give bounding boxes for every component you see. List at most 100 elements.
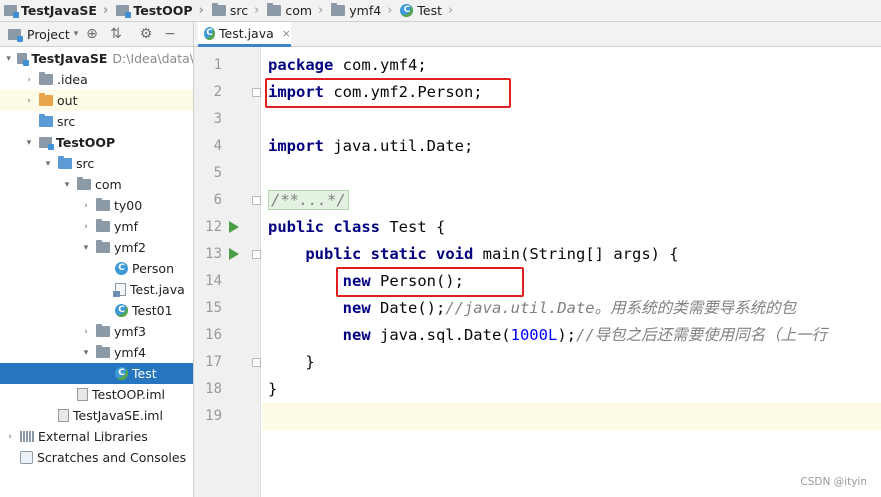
fold-marker-icon[interactable] xyxy=(252,88,261,97)
editor-gutter: 1 2 3 4 5 6 12 13 14 15 16 17 18 19 xyxy=(194,47,261,497)
breadcrumb-label: ymf4 xyxy=(349,3,382,18)
run-gutter-icon[interactable] xyxy=(229,221,239,233)
folder-icon xyxy=(96,240,110,253)
project-label: Project xyxy=(27,26,70,42)
tree-item[interactable]: C Person xyxy=(0,258,193,279)
collapse-icon[interactable]: ⇅ xyxy=(104,23,128,45)
tree-item[interactable]: › ymf xyxy=(0,216,193,237)
tree-item[interactable]: Test.java xyxy=(0,279,193,300)
collapsed-arrow-icon[interactable]: › xyxy=(80,222,92,232)
tree-item[interactable]: C Test xyxy=(0,363,193,384)
code-text: Date(); xyxy=(370,299,446,317)
breadcrumb-item[interactable]: src › xyxy=(208,0,263,22)
breadcrumb-item[interactable]: com › xyxy=(263,0,327,22)
code-line: } xyxy=(268,349,315,376)
folder-icon xyxy=(96,324,110,337)
collapsed-arrow-icon[interactable]: › xyxy=(23,96,35,106)
code-line: public class Test { xyxy=(268,214,445,241)
runnable-class-icon: C xyxy=(115,304,128,317)
fold-marker-icon[interactable] xyxy=(252,250,261,259)
editor-tabs: C Test.java × xyxy=(194,22,881,47)
line-number: 15 xyxy=(205,300,222,316)
code-keyword: void xyxy=(436,245,474,263)
folded-comment[interactable]: /**...*/ xyxy=(268,190,349,210)
collapsed-arrow-icon[interactable]: › xyxy=(80,201,92,211)
expanded-arrow-icon[interactable]: ▾ xyxy=(42,159,54,169)
line-number: 16 xyxy=(205,327,222,343)
tree-item-path: D:\Idea\data\ xyxy=(112,51,194,66)
tree-item-label: .idea xyxy=(57,72,88,87)
watermark: CSDN @ityin xyxy=(800,476,867,488)
tree-item[interactable]: › .idea xyxy=(0,69,193,90)
close-icon[interactable]: × xyxy=(282,27,291,40)
code-line: import java.util.Date; xyxy=(268,133,473,160)
code-line: /**...*/ xyxy=(268,187,349,214)
fold-marker-icon[interactable] xyxy=(252,196,261,205)
tree-item[interactable]: ▾ com xyxy=(0,174,193,195)
expanded-arrow-icon[interactable]: ▾ xyxy=(23,138,35,148)
tree-item-label: ymf3 xyxy=(114,324,146,339)
run-gutter-icon[interactable] xyxy=(229,248,239,260)
expanded-arrow-icon[interactable]: ▾ xyxy=(4,54,13,64)
java-file-icon xyxy=(113,283,126,297)
project-view-selector[interactable]: Project ▾ xyxy=(0,27,80,42)
tree-item[interactable]: › out xyxy=(0,90,193,111)
tree-item-label: out xyxy=(57,93,78,108)
chevron-right-icon: › xyxy=(318,3,324,18)
line-number: 4 xyxy=(213,138,222,154)
breadcrumb-item[interactable]: ymf4 › xyxy=(327,0,396,22)
tree-item[interactable]: ▾ ymf2 xyxy=(0,237,193,258)
tree-item-label: Person xyxy=(132,261,175,276)
module-icon xyxy=(39,137,54,150)
code-text: ); xyxy=(557,326,576,344)
code-text: main(String[] args) { xyxy=(473,245,679,263)
code-editor[interactable]: CSDN @ityin package com.ymf4; import com.… xyxy=(262,47,881,497)
tree-item[interactable]: ▾ ymf4 xyxy=(0,342,193,363)
breadcrumb-item[interactable]: C Test › xyxy=(396,0,457,22)
tree-item[interactable]: src xyxy=(0,111,193,132)
gear-icon[interactable]: ⚙ xyxy=(134,23,158,45)
tree-item-label: com xyxy=(95,177,122,192)
tree-item[interactable]: ▾ src xyxy=(0,153,193,174)
tree-item[interactable]: ▾ TestOOP xyxy=(0,132,193,153)
tab-test-java[interactable]: C Test.java × xyxy=(198,22,291,47)
fold-marker-icon[interactable] xyxy=(252,358,261,367)
tree-item-label: TestJavaSE xyxy=(31,51,108,66)
expanded-arrow-icon[interactable]: ▾ xyxy=(80,243,92,253)
runnable-class-icon: C xyxy=(115,367,128,380)
folder-icon xyxy=(331,3,346,16)
line-number: 13 xyxy=(205,246,222,262)
collapsed-arrow-icon[interactable]: › xyxy=(23,75,35,85)
tree-item[interactable]: C Test01 xyxy=(0,300,193,321)
tree-item[interactable]: TestJavaSE.iml xyxy=(0,405,193,426)
tree-item[interactable]: › ty00 xyxy=(0,195,193,216)
line-number: 2 xyxy=(213,84,222,100)
tree-item-label: src xyxy=(76,156,95,171)
collapsed-arrow-icon[interactable]: › xyxy=(80,327,92,337)
minimize-icon[interactable]: − xyxy=(158,23,182,45)
code-text: Test { xyxy=(380,218,446,236)
tree-item[interactable]: TestOOP.iml xyxy=(0,384,193,405)
project-tree: ▾ TestJavaSE D:\Idea\data\ › .idea › out src ▾ Te… xyxy=(0,47,194,497)
tree-item[interactable]: ▾ TestJavaSE D:\Idea\data\ xyxy=(0,48,194,69)
code-keyword: public xyxy=(268,218,324,236)
code-text: } xyxy=(268,353,315,371)
line-number: 3 xyxy=(213,111,222,127)
tree-item[interactable]: › ymf3 xyxy=(0,321,193,342)
collapsed-arrow-icon[interactable]: › xyxy=(4,432,16,442)
folder-icon xyxy=(267,3,282,16)
tree-item[interactable]: Scratches and Consoles xyxy=(0,447,193,468)
breadcrumb-item[interactable]: TestOOP › xyxy=(112,0,208,22)
breadcrumb-item[interactable]: TestJavaSE › xyxy=(0,0,112,22)
expanded-arrow-icon[interactable]: ▾ xyxy=(80,348,92,358)
tree-item[interactable]: › External Libraries xyxy=(0,426,193,447)
line-number: 5 xyxy=(213,165,222,181)
code-line: new Date();//java.util.Date。用系统的类需要导系统的包 xyxy=(268,295,796,322)
tree-item-label: Test.java xyxy=(130,282,185,297)
locate-icon[interactable]: ⊕ xyxy=(80,23,104,45)
code-keyword: import xyxy=(268,137,324,155)
expanded-arrow-icon[interactable]: ▾ xyxy=(61,180,73,190)
